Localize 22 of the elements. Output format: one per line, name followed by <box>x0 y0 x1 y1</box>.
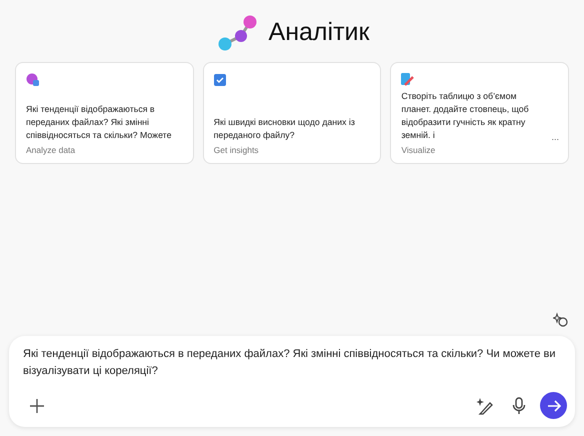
app-title: Аналітик <box>268 18 370 46</box>
suggestion-card[interactable]: Які тенденції відображаються в переданих файлах? Які змінні співвідносяться та скільки? Можете Analyze data <box>15 62 194 164</box>
card-label: Visualize <box>401 145 436 155</box>
message-field[interactable]: Які тенденції відображаються в переданих файлах? Які змінні співвідносяться та скільки? Чи можете ви візуалізувати ці кореляції? <box>23 346 567 384</box>
arrow-icon <box>546 398 560 412</box>
suggestion-text: Які тенденції відображаються в переданих файлах? Які змінні співвідносяться та скільки? Можете <box>26 103 172 142</box>
pen-sparkle-icon[interactable] <box>476 396 494 414</box>
microphone-icon[interactable] <box>512 396 526 414</box>
plus-icon[interactable] <box>29 398 45 414</box>
card-label: Analyze data <box>26 145 76 155</box>
card-label: Get insights <box>214 145 260 155</box>
suggestion-card[interactable]: Створіть таблицю з об’ємом планет. додайте стовпець, щоб відобразити гучність як кратну земній. і ... Visualize <box>390 62 570 164</box>
message-box[interactable]: Які тенденції відображаються в переданих файлах? Які змінні співвідносяться та скільки? Чи можете ви візуалізувати ці кореляції? <box>9 336 575 427</box>
suggestion-text: Які швидкі висновки щодо даних із переданого файлу? <box>214 116 356 142</box>
suggestion-text: Створіть таблицю з об’ємом планет. додайте стовпець, щоб відобразити гучність як кратну земній. і <box>401 90 530 142</box>
checkbox-icon <box>214 74 226 86</box>
more-text: ... <box>552 132 560 142</box>
chart-icon <box>26 73 39 86</box>
document-pen-icon <box>401 73 414 86</box>
sparkle-icon[interactable] <box>553 312 569 328</box>
send-button[interactable] <box>540 392 567 419</box>
suggestion-card[interactable]: Які швидкі висновки щодо даних із переданого файлу? Get insights <box>202 62 382 164</box>
